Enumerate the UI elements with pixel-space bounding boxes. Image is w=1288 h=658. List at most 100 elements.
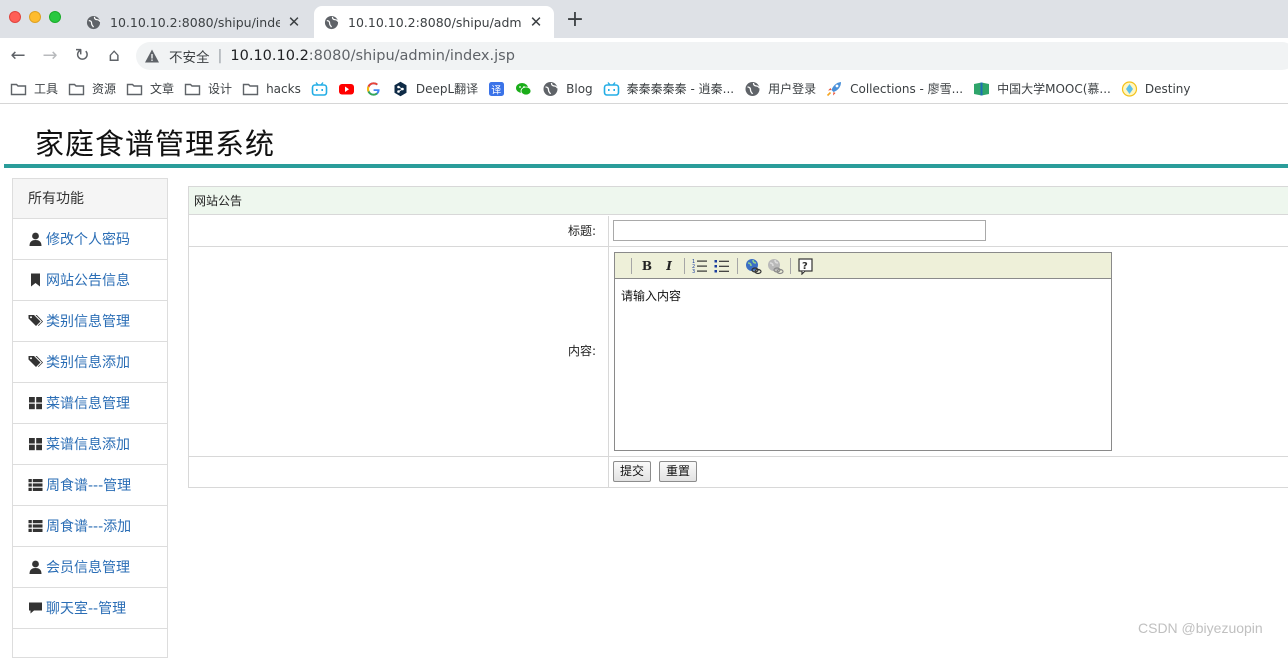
forward-icon[interactable]: → — [40, 46, 60, 66]
bookmark-item[interactable]: hacks — [242, 78, 301, 100]
tab-title: 10.10.10.2:8080/shipu/admin/index.jsp — [348, 14, 522, 30]
globe-icon — [324, 15, 339, 29]
bookmark-item[interactable]: Collections - 廖雪... — [826, 78, 963, 100]
translate-icon: 译 — [488, 81, 505, 97]
editor-toolbar: B I 123 ? — [615, 253, 1111, 279]
url-host: 10.10.10.2 — [230, 48, 309, 64]
bilibili-icon — [311, 81, 328, 97]
sidebar-item-label: 周食谱---管理 — [46, 478, 132, 494]
bookmark-item[interactable]: 设计 — [184, 78, 232, 100]
user-icon — [28, 232, 46, 246]
title-divider — [4, 164, 1288, 168]
bookmark-item[interactable]: 资源 — [68, 78, 116, 100]
home-icon[interactable]: ⌂ — [104, 46, 124, 66]
sidebar-item[interactable]: 类别信息添加 — [13, 342, 167, 383]
bold-icon[interactable]: B — [637, 256, 657, 276]
security-label: 不安全 — [169, 50, 210, 66]
title-input[interactable] — [613, 220, 986, 241]
sidebar-item[interactable]: 菜谱信息管理 — [13, 383, 167, 424]
bookmark-item[interactable]: Destiny — [1121, 78, 1191, 100]
back-icon[interactable]: ← — [8, 46, 28, 66]
minimize-window-button[interactable] — [29, 11, 41, 23]
close-window-button[interactable] — [9, 11, 21, 23]
sidebar-item[interactable]: 聊天室--管理 — [13, 588, 167, 629]
sidebar-heading: 所有功能 — [13, 179, 167, 219]
deepl-icon — [392, 81, 409, 97]
bookmark-item[interactable]: 工具 — [10, 78, 58, 100]
italic-icon[interactable]: I — [659, 256, 679, 276]
bookmark-item[interactable] — [365, 78, 382, 100]
bookmark-label: 设计 — [208, 82, 233, 96]
bookmark-item[interactable]: DeepL翻译 — [392, 78, 478, 100]
bookmark-item[interactable] — [338, 78, 355, 100]
sidebar-item[interactable]: 会员信息管理 — [13, 547, 167, 588]
sidebar-item-label: 会员信息管理 — [46, 560, 130, 576]
form-heading: 网站公告 — [189, 187, 1288, 215]
svg-text:?: ? — [802, 261, 808, 272]
bookmark-item[interactable]: 译 — [488, 78, 505, 100]
toolbar-separator — [631, 257, 632, 274]
insert-link-icon[interactable] — [743, 256, 763, 276]
wechat-icon — [515, 81, 532, 97]
bookmark-item[interactable] — [515, 78, 532, 100]
remove-link-icon[interactable] — [765, 256, 785, 276]
bookmark-label: Collections - 廖雪... — [850, 82, 964, 96]
globe-icon — [542, 81, 559, 97]
toolbar-separator — [737, 257, 738, 274]
sidebar-item[interactable]: 周食谱---添加 — [13, 506, 167, 547]
list-icon — [28, 519, 46, 533]
browser-tab-index[interactable]: 10.10.10.2:8080/shipu/index# ✕ — [76, 6, 312, 38]
ordered-list-icon[interactable]: 123 — [690, 256, 710, 276]
sidebar-item[interactable]: 修改个人密码 — [13, 219, 167, 260]
watermark: CSDN @biyezuopin — [1138, 620, 1263, 636]
new-tab-button[interactable]: + — [563, 8, 587, 32]
comment-icon — [28, 601, 46, 615]
close-tab-icon[interactable]: ✕ — [528, 14, 544, 30]
bookmark-item[interactable]: 中国大学MOOC(慕... — [973, 78, 1111, 100]
browser-toolbar: ← → ↻ ⌂ 不安全 | 10.10.10.2:8080/shipu/admi… — [0, 38, 1288, 74]
sidebar-item-label: 菜谱信息添加 — [46, 437, 130, 453]
title-row: 标题: — [189, 216, 1288, 247]
unordered-list-icon[interactable] — [712, 256, 732, 276]
svg-text:3: 3 — [692, 269, 695, 275]
sidebar-item-label: 类别信息添加 — [46, 355, 130, 371]
editor-content[interactable]: 请输入内容 — [615, 279, 1111, 312]
address-bar[interactable]: 不安全 | 10.10.10.2:8080/shipu/admin/index.… — [136, 42, 1288, 70]
youtube-icon — [338, 81, 355, 97]
bookmark-item[interactable]: 文章 — [126, 78, 174, 100]
browser-tab-admin[interactable]: 10.10.10.2:8080/shipu/admin/index.jsp ✕ — [314, 6, 554, 38]
bookmark-item[interactable]: 用户登录 — [744, 78, 816, 100]
grid-icon — [28, 396, 46, 410]
page-title: 家庭食谱管理系统 — [35, 127, 276, 161]
help-icon[interactable]: ? — [796, 256, 816, 276]
sidebar-item-label: 周食谱---添加 — [46, 519, 132, 535]
bookmark-label: hacks — [266, 81, 301, 96]
sidebar-item[interactable]: 类别信息管理 — [13, 301, 167, 342]
sidebar-item[interactable]: 周食谱---管理 — [13, 465, 167, 506]
rocket-icon — [826, 81, 843, 97]
actions-label-cell — [189, 457, 609, 488]
bookmark-icon — [28, 273, 46, 287]
toolbar-separator — [790, 257, 791, 274]
maximize-window-button[interactable] — [49, 11, 61, 23]
svg-text:译: 译 — [491, 84, 501, 96]
announcement-form: 网站公告 标题: 内容: B I 123 ? 请输入内容 提交 重置 — [188, 186, 1288, 488]
folder-icon — [242, 81, 259, 97]
bookmark-item[interactable] — [311, 78, 328, 100]
google-icon — [365, 81, 382, 97]
bookmark-label: Destiny — [1144, 81, 1191, 96]
folder-icon — [126, 81, 143, 97]
folder-icon — [184, 81, 201, 97]
submit-button[interactable]: 提交 — [613, 461, 651, 482]
bilibili-icon — [603, 81, 620, 97]
bookmark-label: Blog — [566, 81, 593, 96]
close-tab-icon[interactable]: ✕ — [286, 14, 302, 30]
bookmark-item[interactable]: Blog — [542, 78, 593, 100]
bookmark-item[interactable]: 秦秦秦秦秦 - 逍秦... — [603, 78, 734, 100]
sidebar-item[interactable]: 网站公告信息 — [13, 260, 167, 301]
reset-button[interactable]: 重置 — [659, 461, 697, 482]
reload-icon[interactable]: ↻ — [72, 46, 92, 66]
sidebar-item[interactable]: 菜谱信息添加 — [13, 424, 167, 465]
content-label: 内容: — [189, 247, 609, 456]
content-row: 内容: B I 123 ? 请输入内容 — [189, 247, 1288, 457]
